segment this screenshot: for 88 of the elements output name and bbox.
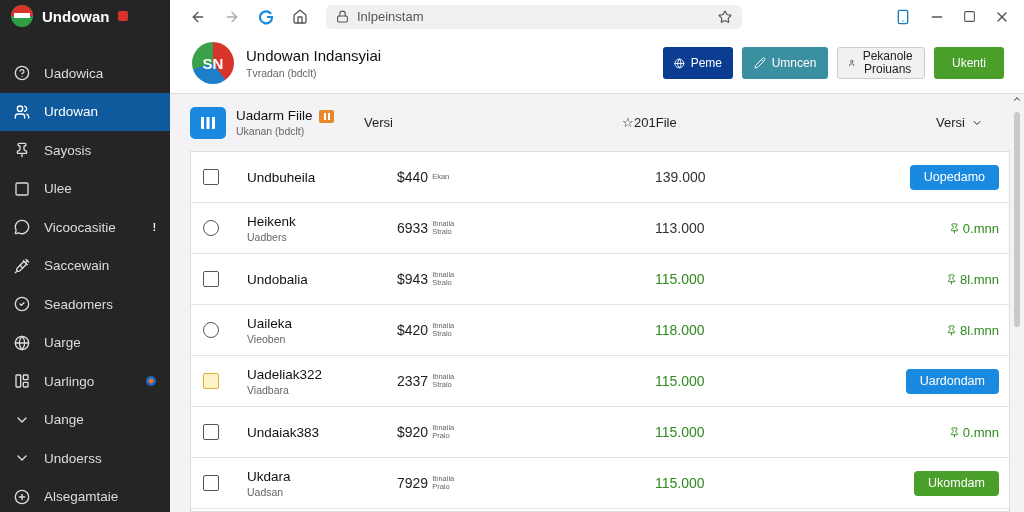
price: 2337	[397, 373, 429, 389]
status-text: 0.mnn	[948, 220, 999, 236]
price: $920	[397, 424, 429, 440]
sidebar-item[interactable]: Vicoocasitie !	[0, 208, 170, 247]
nav-icon	[14, 257, 30, 274]
value: 118.000	[655, 322, 706, 338]
square-icon	[203, 424, 219, 440]
item-name: Heikenk	[247, 213, 297, 229]
company-logo: SN	[192, 42, 234, 84]
header-button[interactable]: Peme	[663, 47, 733, 79]
item-subtitle: Viadbara	[247, 383, 290, 396]
sidebar-item[interactable]: Uadowica	[0, 54, 170, 93]
maximize-icon[interactable]	[963, 10, 976, 23]
item-name: Uadeliak322	[247, 366, 324, 382]
item-name: Ukdara	[247, 468, 292, 484]
value: 115.000	[655, 271, 706, 287]
header-button[interactable]: Umncen	[742, 47, 828, 79]
star-icon[interactable]	[718, 9, 732, 24]
item-name: Undbuheila	[247, 169, 317, 185]
nav-icon	[14, 180, 30, 197]
status-text: 8l.mnn	[945, 271, 999, 287]
nav-icon	[14, 334, 30, 351]
table-subtitle: Ukanan (bdclt)	[236, 125, 306, 137]
column-header: Versi	[364, 115, 394, 130]
action-button[interactable]: Uopedamo	[909, 164, 999, 190]
lock-icon	[336, 10, 349, 23]
globe-icon	[674, 57, 685, 69]
value: 113.000	[655, 220, 706, 236]
scrollbar-thumb[interactable]	[1014, 112, 1020, 327]
square-icon	[203, 271, 219, 287]
sidebar-item[interactable]: Urdowan	[0, 92, 170, 131]
column-header: ☆201File	[622, 115, 678, 130]
pin-icon	[948, 222, 960, 234]
sidebar-item[interactable]: Sayosis	[0, 131, 170, 170]
scroll-up-icon[interactable]	[1012, 94, 1022, 104]
value: 115.000	[655, 475, 706, 491]
square-icon	[203, 373, 219, 389]
sidebar-item[interactable]: Uarlingo	[0, 362, 170, 401]
sidebar-item[interactable]: Alsegamtaie	[0, 477, 170, 512]
nav-icon	[14, 373, 30, 390]
sidebar-item[interactable]: Uarge	[0, 323, 170, 362]
value: 115.000	[655, 373, 706, 389]
nav-icon	[14, 65, 30, 82]
price: 6933	[397, 220, 429, 236]
item-subtitle: Uadsan	[247, 485, 285, 498]
item-subtitle: Vieoben	[247, 332, 287, 345]
page-title: Undowan Indansyiai	[246, 47, 383, 64]
value: 139.000	[655, 169, 707, 185]
pin-icon	[945, 273, 957, 285]
pin-icon	[948, 426, 960, 438]
price: 7929	[397, 475, 429, 491]
address-bar[interactable]: Inlpeinstam	[326, 4, 742, 29]
nav-icon	[14, 488, 30, 505]
price: $420	[397, 322, 429, 338]
nav-icon	[14, 103, 30, 120]
header-button[interactable]: Pekanole Proiuans	[837, 47, 925, 79]
square-icon	[203, 169, 219, 185]
nav-icon	[14, 142, 30, 159]
action-button[interactable]: Uardondam	[905, 368, 999, 394]
status-text: 0.mnn	[948, 424, 999, 440]
item-subtitle: Uadbers	[247, 230, 288, 243]
nav-icon	[14, 296, 30, 313]
sidebar-item[interactable]: Saccewain	[0, 246, 170, 285]
square-icon	[203, 475, 219, 491]
pin-icon	[945, 324, 957, 336]
table-title: Uadarm Fiile	[236, 108, 313, 123]
column-header[interactable]: Versi	[936, 115, 996, 130]
app-title: Undowan	[42, 7, 110, 25]
price: $943	[397, 271, 429, 287]
alert-mark: !	[152, 221, 156, 233]
logo-icon	[10, 4, 34, 28]
tag-icon	[318, 110, 334, 123]
price: $440	[397, 169, 429, 185]
home-icon[interactable]	[292, 8, 308, 25]
sidebar-item[interactable]: Ulee	[0, 169, 170, 208]
page-subtitle: Tvradan (bdclt)	[246, 67, 318, 79]
sidebar-item[interactable]: Seadomers	[0, 285, 170, 324]
sidebar-item[interactable]: Uange	[0, 400, 170, 439]
pencil-icon	[753, 57, 766, 69]
item-name: Undobalia	[247, 271, 309, 287]
item-name: Undaiak383	[247, 424, 321, 440]
app-icon	[190, 106, 226, 139]
status-text: 8l.mnn	[945, 322, 999, 338]
sidebar-item[interactable]: Undoerss	[0, 439, 170, 478]
nav-icon	[14, 219, 30, 236]
value: 115.000	[655, 424, 706, 440]
phone-icon[interactable]	[895, 8, 911, 25]
item-name: Uaileka	[247, 315, 294, 331]
